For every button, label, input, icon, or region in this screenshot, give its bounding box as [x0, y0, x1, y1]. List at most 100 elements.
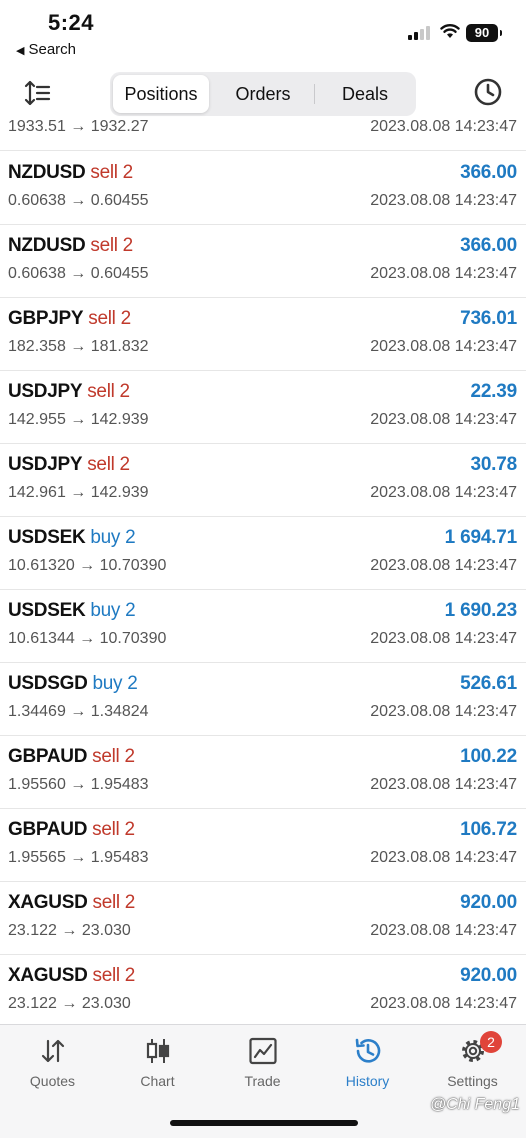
deal-side: sell: [90, 162, 118, 183]
deal-date: 2023.08.08 14:23:47: [370, 703, 517, 720]
clock-icon[interactable]: [472, 76, 504, 108]
deal-volume: 2: [119, 381, 131, 402]
deal-date: 2023.08.08 14:23:47: [370, 338, 517, 355]
list-item[interactable]: USDJPY sell 2 22.39 142.955 → 142.939 202…: [0, 371, 526, 444]
status-time: 5:24: [48, 10, 95, 35]
deal-volume: 2: [122, 162, 134, 183]
deal-side: sell: [90, 235, 118, 256]
deal-profit: 100.22: [460, 746, 517, 767]
deal-date: 2023.08.08 14:23:47: [370, 484, 517, 501]
deal-volume: 2: [124, 746, 135, 767]
tab-orders[interactable]: Orders: [214, 75, 312, 113]
deal-side: sell: [87, 381, 115, 402]
list-item[interactable]: GBPAUD sell 2 106.72 1.95565 → 1.95483 20…: [0, 809, 526, 882]
deal-date: 2023.08.08 14:23:47: [370, 776, 517, 793]
deal-date: 2023.08.08 14:23:47: [370, 411, 517, 428]
list-item[interactable]: USDSGD buy 2 526.61 1.34469 → 1.34824 202…: [0, 663, 526, 736]
deal-volume: 2: [122, 235, 134, 256]
deal-side: sell: [92, 819, 120, 840]
deal-volume: 2: [125, 600, 136, 621]
back-to-search-link[interactable]: ◀ Search: [16, 41, 76, 58]
deal-prices: 0.60638 → 0.60455: [8, 192, 149, 209]
sort-icon[interactable]: [22, 78, 52, 108]
deal-side: buy: [92, 673, 123, 694]
deal-side: buy: [90, 600, 121, 621]
deal-prices: 10.61320 → 10.70390: [8, 557, 167, 574]
segmented-control: Positions Orders Deals: [110, 72, 416, 116]
deals-list: 1933.51 → 1932.27 2023.08.08 14:23:47 NZ…: [0, 116, 526, 1024]
deal-side: sell: [92, 746, 120, 767]
tab-label: Chart: [140, 1073, 175, 1089]
cellular-signal-icon: [408, 26, 432, 40]
list-item[interactable]: USDSEK buy 2 1 690.23 10.61344 → 10.70390…: [0, 590, 526, 663]
deal-symbol: GBPAUD: [8, 746, 88, 767]
deal-prices: 1.34469 → 1.34824: [8, 703, 149, 720]
deal-date: 2023.08.08 14:23:47: [370, 192, 517, 209]
deal-date: 2023.08.08 14:23:47: [370, 995, 517, 1012]
chart-icon: [146, 1039, 169, 1063]
deal-date: 2023.08.08 14:23:47: [370, 849, 517, 866]
deal-side: sell: [88, 308, 116, 329]
top-bar: Positions Orders Deals: [0, 66, 526, 122]
deal-volume: 2: [120, 308, 132, 329]
deal-profit: 30.78: [470, 454, 517, 475]
deal-prices: 142.961 → 142.939: [8, 484, 149, 501]
deal-volume: 2: [124, 892, 136, 913]
tab-label: History: [345, 1073, 390, 1089]
deal-profit: 366.00: [460, 235, 517, 256]
tab-positions[interactable]: Positions: [113, 75, 209, 113]
deal-symbol: USDSEK: [8, 527, 86, 548]
tab-deals[interactable]: Deals: [316, 75, 414, 113]
home-indicator[interactable]: [170, 1120, 358, 1126]
list-item[interactable]: GBPAUD sell 2 100.22 1.95560 → 1.95483 20…: [0, 736, 526, 809]
deal-side: buy: [90, 527, 121, 548]
deal-side: sell: [87, 454, 115, 475]
deal-prices: 142.955 → 142.939: [8, 411, 149, 428]
deal-date: 2023.08.08 14:23:47: [370, 118, 517, 135]
deal-profit: 920.00: [460, 965, 517, 986]
tab-settings[interactable]: 2 Settings: [420, 1031, 525, 1089]
deal-date: 2023.08.08 14:23:47: [370, 265, 517, 282]
deal-profit: 22.39: [470, 381, 517, 402]
list-item[interactable]: NZDUSD sell 2 366.00 0.60638 → 0.60455 20…: [0, 225, 526, 298]
deal-symbol: GBPJPY: [8, 308, 84, 329]
deal-symbol: USDSEK: [8, 600, 86, 621]
deal-prices: 23.122 → 23.030: [8, 922, 131, 939]
tab-history[interactable]: History: [315, 1037, 420, 1089]
deal-side: sell: [92, 892, 121, 913]
list-item[interactable]: NZDUSD sell 2 366.00 0.60638 → 0.60455 20…: [0, 152, 526, 225]
deal-prices: 23.122 → 23.030: [8, 995, 131, 1012]
deal-profit: 366.00: [460, 162, 517, 183]
tab-trade[interactable]: Trade: [210, 1037, 315, 1089]
tab-quotes[interactable]: Quotes: [0, 1037, 105, 1089]
back-label: Search: [28, 41, 76, 58]
deal-date: 2023.08.08 14:23:47: [370, 922, 517, 939]
list-item[interactable]: XAGUSD sell 2 920.00 23.122 → 23.030 2023…: [0, 882, 526, 955]
list-item[interactable]: 1933.51 → 1932.27 2023.08.08 14:23:47: [0, 116, 526, 151]
list-item[interactable]: GBPJPY sell 2 736.01 182.358 → 181.832 20…: [0, 298, 526, 371]
list-item[interactable]: USDSEK buy 2 1 694.71 10.61320 → 10.70390…: [0, 517, 526, 590]
status-bar: 5:24 ◀ Search 90: [0, 0, 526, 66]
deal-symbol: XAGUSD: [8, 892, 88, 913]
battery-icon: 90: [466, 24, 502, 42]
deal-prices: 1.95565 → 1.95483: [8, 849, 149, 866]
segment-divider: [314, 84, 315, 104]
tab-chart[interactable]: Chart: [105, 1037, 210, 1089]
deal-prices: 10.61344 → 10.70390: [8, 630, 167, 647]
deal-symbol: USDSGD: [8, 673, 88, 694]
tab-label: Settings: [447, 1073, 498, 1089]
deal-symbol: GBPAUD: [8, 819, 88, 840]
list-item[interactable]: XAGUSD sell 2 920.00 23.122 → 23.030 2023…: [0, 955, 526, 1024]
deal-symbol: XAGUSD: [8, 965, 88, 986]
deal-symbol: NZDUSD: [8, 235, 86, 256]
deal-profit: 1 690.23: [444, 600, 518, 621]
deal-volume: 2: [119, 454, 131, 475]
deal-date: 2023.08.08 14:23:47: [370, 557, 517, 574]
deal-prices: 1933.51 → 1932.27: [8, 118, 149, 135]
deal-date: 2023.08.08 14:23:47: [370, 630, 517, 647]
deal-profit: 920.00: [460, 892, 517, 913]
list-item[interactable]: USDJPY sell 2 30.78 142.961 → 142.939 202…: [0, 444, 526, 517]
quotes-icon: [41, 1039, 64, 1063]
deal-profit: 526.61: [460, 673, 517, 694]
deal-symbol: USDJPY: [8, 381, 83, 402]
